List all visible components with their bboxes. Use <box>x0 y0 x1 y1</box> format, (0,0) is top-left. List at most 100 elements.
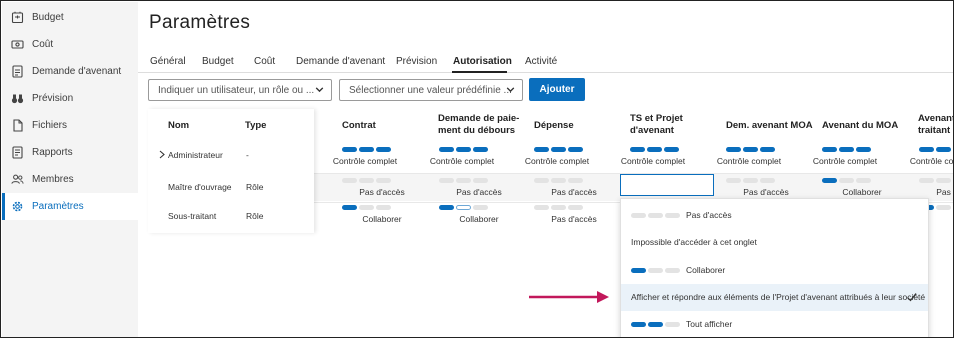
permission-level-bars <box>534 205 614 210</box>
row-name: Administrateur <box>168 150 223 160</box>
sidebar-item-fichiers[interactable]: Fichiers <box>2 112 138 139</box>
change-request-icon <box>11 65 24 78</box>
permission-dropdown-menu: Pas d'accès Impossible d'accéder à cet on… <box>620 198 929 337</box>
sidebar-item-label: Membres <box>32 174 74 185</box>
permission-level-segment <box>648 322 663 327</box>
permission-cell[interactable]: Contrôle complet <box>430 147 519 169</box>
permission-level-bars <box>439 178 519 183</box>
sidebar-item-label: Prévision <box>32 93 74 104</box>
dropdown-option-impossible-d-acceder-a-cet-onglet[interactable]: Impossible d'accéder à cet onglet <box>621 229 928 256</box>
permission-cell-label: Pas d'accès <box>551 214 597 224</box>
dropdown-option-label: Impossible d'accéder à cet onglet <box>631 237 757 247</box>
permission-level-segment <box>376 178 391 183</box>
permission-level-segment <box>376 147 391 152</box>
dropdown-option-label: Collaborer <box>686 265 726 275</box>
permission-level-segment <box>760 147 775 152</box>
permission-cell[interactable]: Contrôle complet <box>525 147 614 169</box>
permission-level-segment <box>439 147 454 152</box>
permission-level-segment <box>647 147 662 152</box>
permission-level-segment <box>631 268 646 273</box>
permission-cell-label: Contrôle complet <box>909 156 954 166</box>
user-search-select[interactable]: Indiquer un utilisateur, un rôle ou ... <box>148 79 332 101</box>
permission-level-segment <box>743 178 758 183</box>
permission-level-bars <box>726 147 806 152</box>
permission-level-segment <box>342 147 357 152</box>
tab-general[interactable]: Général <box>150 56 186 67</box>
permission-cell-label: Pas d'accès <box>743 187 789 197</box>
sidebar-item-rapports[interactable]: Rapports <box>2 139 138 166</box>
sidebar-item-cout[interactable]: Coût <box>2 31 138 58</box>
dropdown-option-afficher-et-repondre-aux-elements-de-l-p[interactable]: Afficher et répondre aux éléments de l'P… <box>621 284 928 311</box>
permission-level-bars <box>822 178 902 183</box>
column-header-line: ment du débours <box>438 125 516 136</box>
permission-cell[interactable]: Pas d'accès <box>534 205 614 227</box>
permission-level-bars <box>631 268 691 273</box>
permission-level-bars <box>534 178 614 183</box>
permission-level-segment <box>726 147 741 152</box>
column-header-dem-avenant-moa: Dem. avenant MOA <box>726 120 813 132</box>
active-tab-underline <box>452 71 507 73</box>
expand-chevron-icon[interactable] <box>158 150 166 161</box>
permission-cell[interactable]: Pas d'accès <box>919 178 953 200</box>
dropdown-option-tout-afficher[interactable]: Tout afficher <box>621 311 928 337</box>
sidebar-item-label: Budget <box>32 12 64 23</box>
permission-level-segment <box>936 205 951 210</box>
permission-cell-label: Contrôle complet <box>524 156 590 166</box>
permission-cell[interactable]: Pas d'accès <box>342 178 422 200</box>
permission-level-segment <box>568 147 583 152</box>
dropdown-option-label: Afficher et répondre aux éléments de l'P… <box>631 292 926 302</box>
permission-level-segment <box>936 147 951 152</box>
sidebar-item-label: Rapports <box>32 147 73 158</box>
dropdown-option-collaborer[interactable]: Collaborer <box>621 257 928 284</box>
add-button[interactable]: Ajouter <box>529 78 585 101</box>
column-header-depense: Dépense <box>534 120 574 132</box>
app-frame: Budget Coût Demande d'avenant Prévision Fich… <box>0 0 954 338</box>
permission-level-segment <box>726 178 741 183</box>
permission-cell[interactable]: Contrôle complet <box>621 147 710 169</box>
dropdown-option-label: Tout afficher <box>686 319 733 329</box>
tab-autorisation[interactable]: Autorisation <box>453 56 512 67</box>
permission-cell[interactable]: Contrôle complet <box>717 147 806 169</box>
permission-level-segment <box>919 178 934 183</box>
permission-level-segment <box>648 213 663 218</box>
permission-cell-label: Collaborer <box>362 214 402 224</box>
permission-cell-label: Pas d'accès <box>551 187 597 197</box>
column-header-line: Dem. avenant MOA <box>726 120 813 131</box>
sidebar-item-membres[interactable]: Membres <box>2 166 138 193</box>
permission-level-bars <box>822 147 902 152</box>
sidebar-item-label: Demande d'avenant <box>32 66 122 77</box>
sidebar-item-parametres[interactable]: Paramètres <box>2 193 138 220</box>
permission-level-segment <box>919 147 934 152</box>
tab-demande-d-avenant[interactable]: Demande d'avenant <box>296 56 385 67</box>
permission-cell[interactable]: Collaborer <box>822 178 902 200</box>
permission-level-segment <box>439 178 454 183</box>
members-icon <box>11 173 24 186</box>
permission-cell[interactable]: Contrôle complet <box>910 147 953 169</box>
column-header-contrat: Contrat <box>342 120 376 132</box>
sidebar-item-budget[interactable]: Budget <box>2 4 138 31</box>
permission-level-segment <box>665 322 680 327</box>
permission-cell[interactable]: Collaborer <box>342 205 422 227</box>
permission-cell[interactable]: Contrôle complet <box>333 147 422 169</box>
permission-level-segment <box>456 178 471 183</box>
sidebar-item-prevision[interactable]: Prévision <box>2 85 138 112</box>
dropdown-option-pas-d-acces[interactable]: Pas d'accès <box>621 202 928 229</box>
permission-level-segment <box>856 147 871 152</box>
permission-cell[interactable]: Pas d'accès <box>534 178 614 200</box>
permission-dropdown-trigger[interactable] <box>620 174 714 196</box>
tab-prevision[interactable]: Prévision <box>396 56 437 67</box>
permission-cell[interactable]: Contrôle complet <box>813 147 902 169</box>
preset-select[interactable]: Sélectionner une valeur prédéfinie ... <box>339 79 523 101</box>
permission-level-segment <box>473 147 488 152</box>
tab-cout[interactable]: Coût <box>254 56 275 67</box>
permission-level-bars <box>919 147 953 152</box>
permission-cell[interactable]: Pas d'accès <box>439 178 519 200</box>
tab-budget[interactable]: Budget <box>202 56 234 67</box>
sidebar-item-demande-d-avenant[interactable]: Demande d'avenant <box>2 58 138 85</box>
permission-level-bars <box>342 147 422 152</box>
permission-cell[interactable]: Pas d'accès <box>726 178 806 200</box>
permission-level-bars <box>919 178 953 183</box>
permission-level-segment <box>359 178 374 183</box>
permission-cell[interactable]: Collaborer <box>439 205 519 227</box>
tab-activite[interactable]: Activité <box>525 56 557 67</box>
